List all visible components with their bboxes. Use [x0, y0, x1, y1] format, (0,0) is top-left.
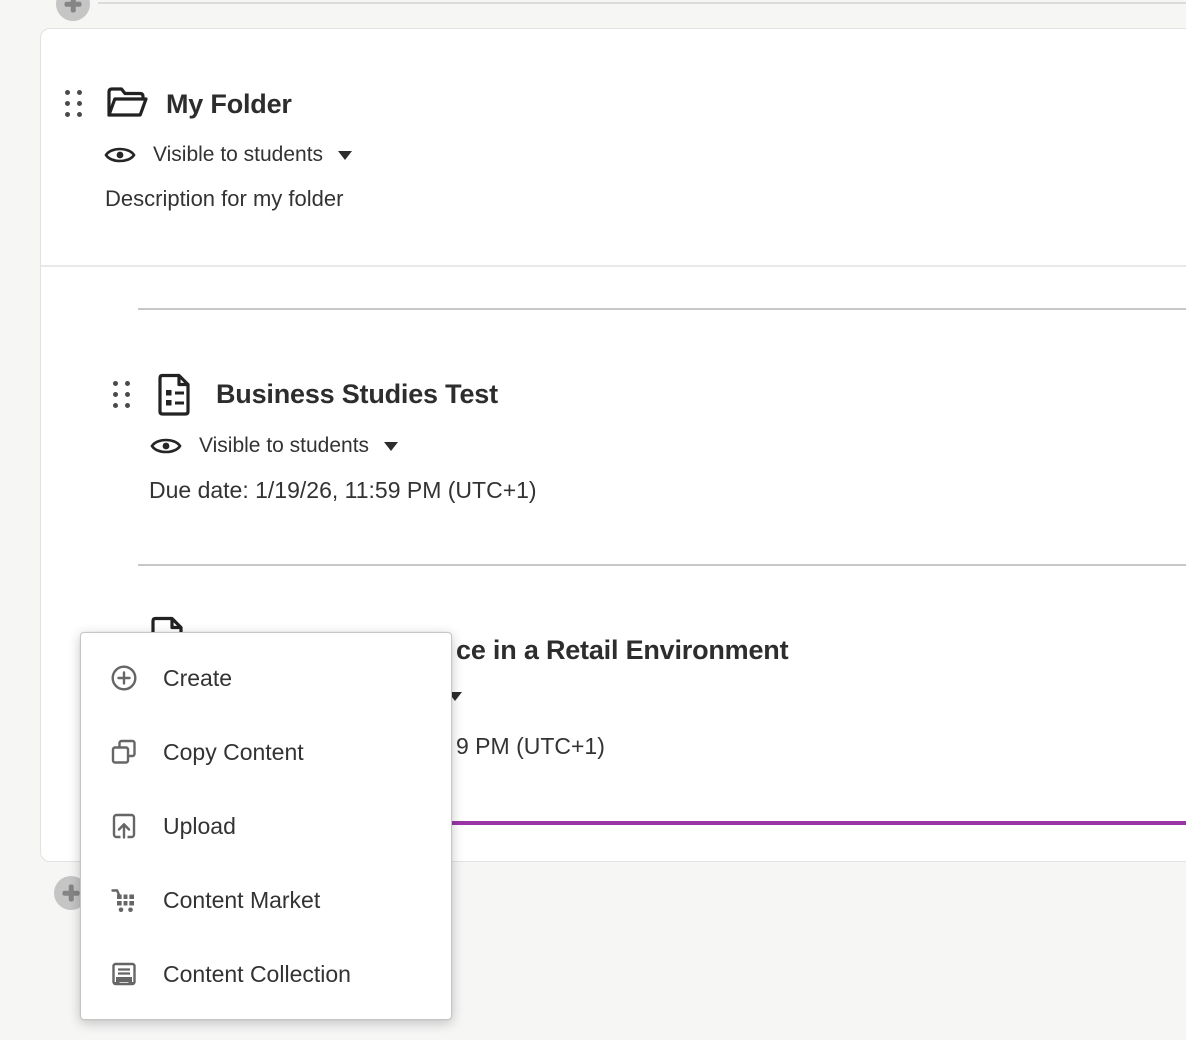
drag-handle[interactable]	[65, 90, 82, 117]
menu-item-label: Upload	[163, 813, 236, 840]
cart-icon	[109, 885, 139, 915]
plus-icon	[71, 0, 76, 13]
menu-item-copy-content[interactable]: Copy Content	[81, 715, 451, 789]
chevron-down-icon	[338, 151, 352, 160]
section-divider	[41, 265, 1186, 267]
test-visibility-label: Visible to students	[199, 434, 369, 458]
folder-visibility-label: Visible to students	[153, 143, 323, 167]
menu-item-upload[interactable]: Upload	[81, 789, 451, 863]
drag-handle[interactable]	[113, 381, 130, 408]
test-visibility-dropdown[interactable]: Visible to students	[150, 431, 398, 461]
partial-item-title[interactable]: ce in a Retail Environment	[456, 635, 788, 666]
nested-item-divider	[138, 564, 1186, 566]
menu-item-content-collection[interactable]: Content Collection	[81, 937, 451, 1011]
folder-title[interactable]: My Folder	[166, 89, 292, 120]
menu-item-content-market[interactable]: Content Market	[81, 863, 451, 937]
eye-icon	[104, 144, 136, 166]
test-due-date: Due date: 1/19/26, 11:59 PM (UTC+1)	[149, 477, 537, 504]
chevron-down-icon	[384, 442, 398, 451]
test-document-icon	[155, 372, 193, 416]
folder-visibility-dropdown[interactable]: Visible to students	[104, 140, 352, 170]
insert-content-divider	[98, 2, 1186, 4]
folder-description: Description for my folder	[105, 186, 343, 212]
course-content-page: My Folder Visible to students Descriptio…	[0, 0, 1186, 1040]
nested-item-divider	[138, 308, 1186, 310]
add-content-button-top[interactable]	[56, 0, 90, 21]
partial-item-due-date: 9 PM (UTC+1)	[456, 733, 605, 760]
menu-item-label: Copy Content	[163, 739, 304, 766]
plus-circle-icon	[109, 663, 139, 693]
menu-item-label: Create	[163, 665, 232, 692]
plus-icon	[69, 885, 74, 902]
test-title[interactable]: Business Studies Test	[216, 379, 498, 410]
folder-icon	[105, 84, 149, 122]
eye-icon	[150, 435, 182, 457]
menu-item-create[interactable]: Create	[81, 641, 451, 715]
copy-icon	[109, 737, 139, 767]
menu-item-label: Content Collection	[163, 961, 351, 988]
upload-icon	[109, 811, 139, 841]
add-content-menu: Create Copy Content Upload	[80, 632, 452, 1020]
collection-icon	[109, 959, 139, 989]
menu-item-label: Content Market	[163, 887, 320, 914]
